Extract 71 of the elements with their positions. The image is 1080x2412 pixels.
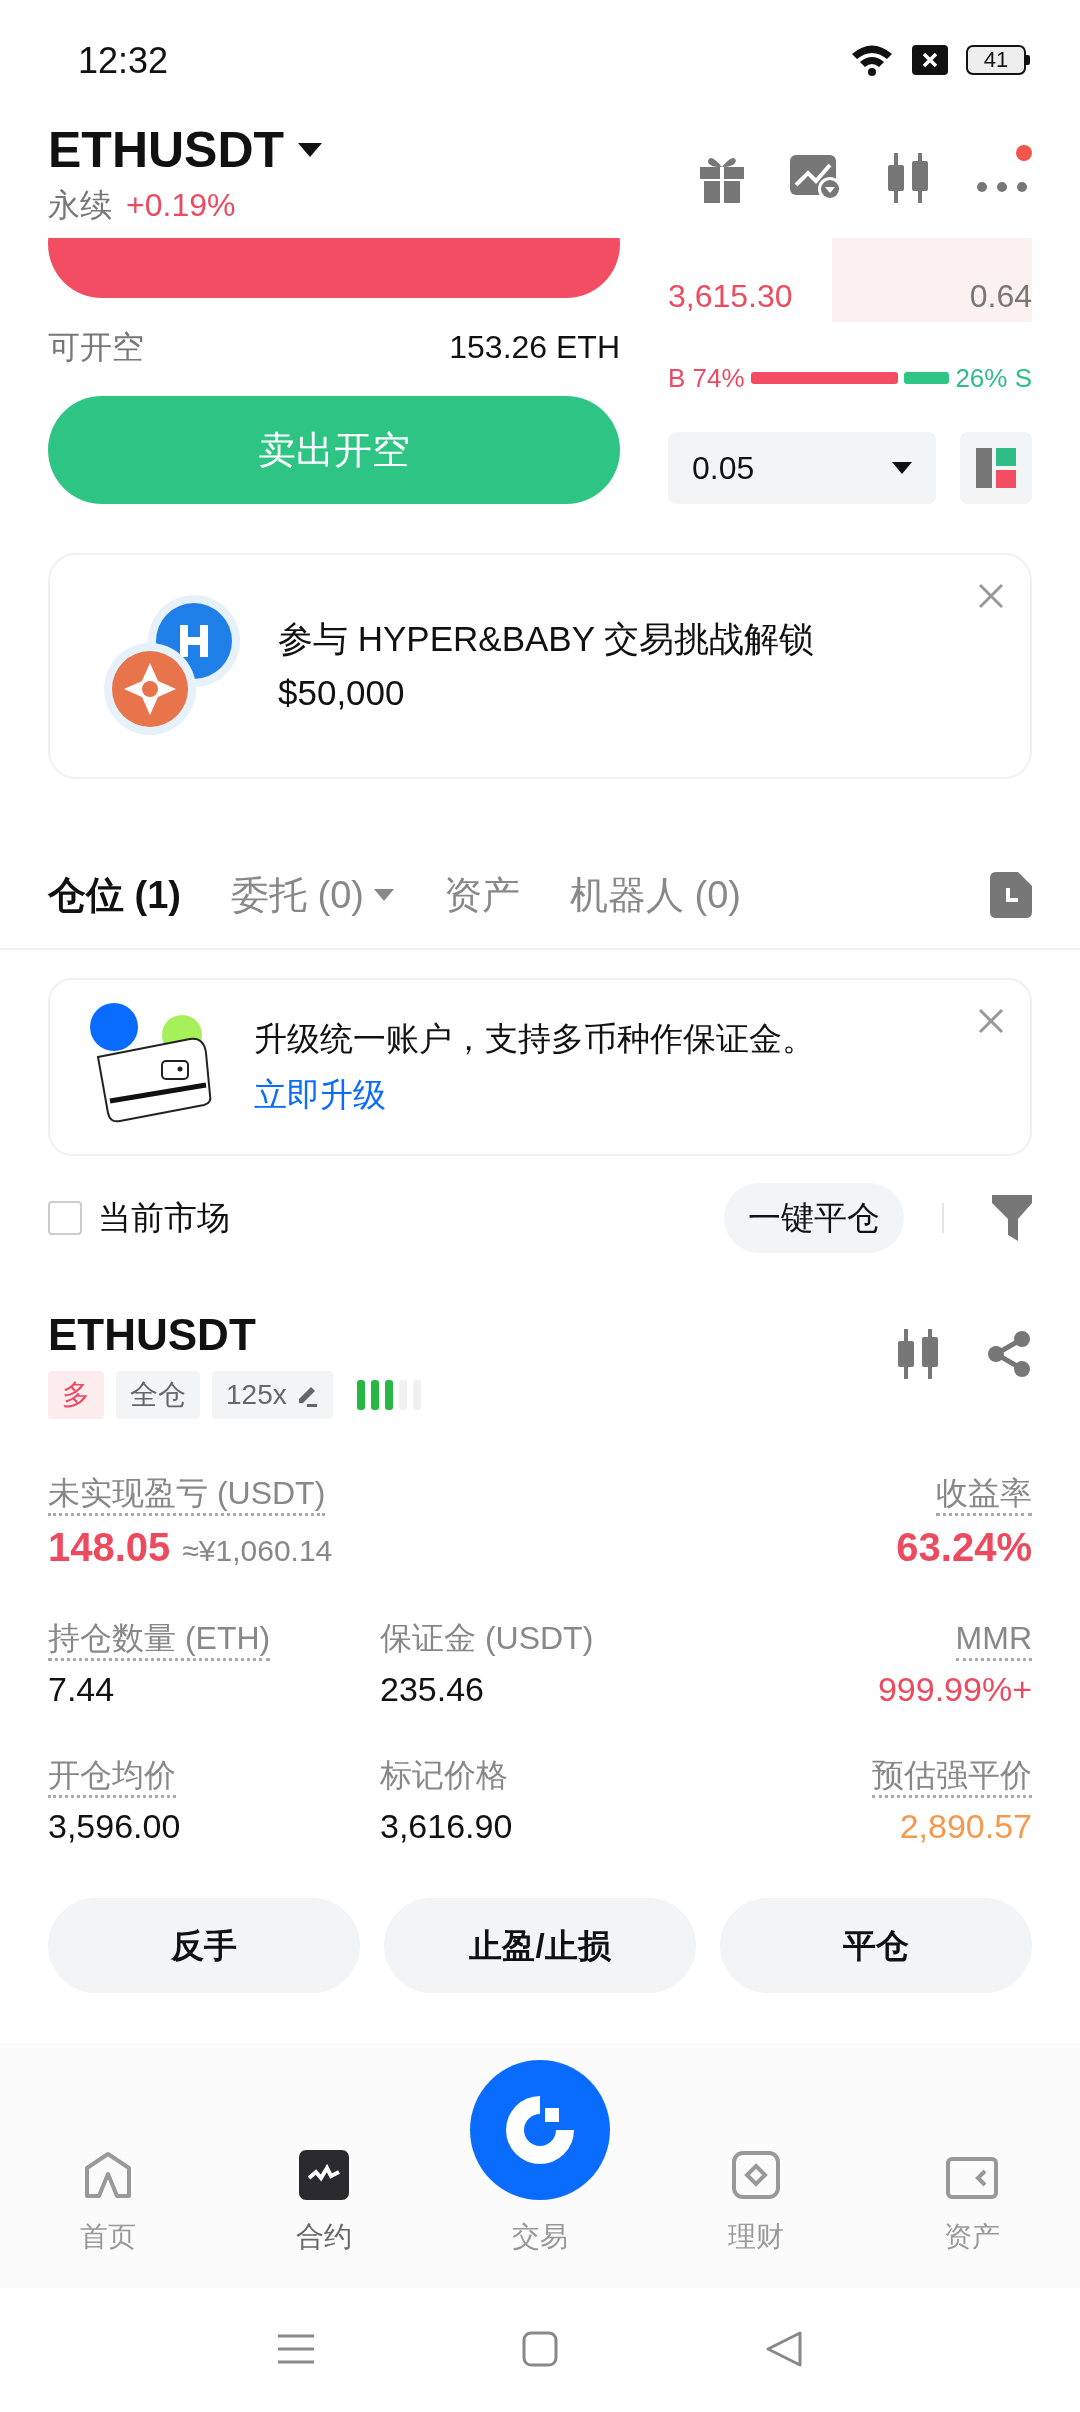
price-change: +0.19% <box>126 186 236 225</box>
notice-text: 升级统一账户，支持多币种作保证金。 立即升级 <box>254 1019 816 1115</box>
battery-indicator: 41 <box>966 45 1030 75</box>
promo-text: 参与 HYPER&BABY 交易挑战解锁 $50,000 <box>278 618 816 714</box>
buy-ratio: B 74% <box>668 361 745 395</box>
caret-down-icon <box>892 462 912 474</box>
close-icon[interactable] <box>978 583 1004 609</box>
available-label: 可开空 <box>48 328 144 367</box>
close-all-button[interactable]: 一键平仓 <box>724 1183 904 1253</box>
leverage-button[interactable]: 125x <box>212 1371 333 1419</box>
metric-label[interactable]: MMR <box>955 1618 1032 1661</box>
history-icon[interactable] <box>990 872 1032 918</box>
nav-item[interactable]: 资产 <box>864 2156 1080 2258</box>
metric-label[interactable]: 持仓数量 (ETH) <box>48 1618 271 1661</box>
metric-value: 999.99%+ <box>877 1669 1032 1710</box>
caret-down-icon[interactable] <box>298 143 323 157</box>
ask-quantity: 0.64 <box>969 277 1032 316</box>
current-market-checkbox[interactable]: 当前市场 <box>48 1193 230 1243</box>
back-icon[interactable] <box>766 2331 802 2367</box>
metric-label[interactable]: 开仓均价 <box>48 1755 176 1798</box>
metric-converted-value: ≈¥1,060.14 <box>182 1533 333 1569</box>
sell-ratio: 26% S <box>955 361 1032 395</box>
metric-value: 63.24% <box>896 1524 1032 1571</box>
contract-type: 永续 <box>48 186 112 225</box>
available-value: 153.26 ETH <box>449 328 620 367</box>
position-symbol: ETHUSDT <box>48 1309 257 1361</box>
position-action-button[interactable]: 止盈/止损 <box>384 1898 696 1993</box>
position-action-button[interactable]: 反手 <box>48 1898 360 1993</box>
nav-item[interactable]: 合约 <box>216 2150 432 2258</box>
position-tag: 全仓 <box>116 1371 200 1419</box>
home-button-icon[interactable] <box>522 2331 558 2367</box>
ask-price[interactable]: 3,615.30 <box>668 272 793 320</box>
home-icon <box>83 2150 133 2200</box>
metric-label: 标记价格 <box>380 1756 508 1795</box>
metric-value: 235.46 <box>380 1669 484 1710</box>
metric-label: 保证金 (USDT) <box>380 1619 594 1658</box>
close-icon[interactable] <box>978 1008 1004 1034</box>
tab[interactable]: 机器人 (0) <box>570 865 741 925</box>
wallet-icon <box>945 2156 999 2200</box>
chart-settings-icon[interactable] <box>790 155 842 201</box>
promo-card[interactable]: 参与 HYPER&BABY 交易挑战解锁 $50,000 <box>48 553 1032 779</box>
share-icon[interactable] <box>986 1331 1032 1377</box>
upgrade-link[interactable]: 立即升级 <box>254 1076 386 1113</box>
metric-label[interactable]: 预估强平价 <box>872 1755 1032 1798</box>
more-icon <box>976 181 1028 193</box>
position-tag: 多 <box>48 1371 104 1419</box>
menu-icon[interactable] <box>278 2334 314 2364</box>
metric-value: 2,890.57 <box>899 1806 1032 1847</box>
metric-value: 148.05 <box>48 1524 171 1571</box>
metric-value: 3,616.90 <box>380 1806 513 1847</box>
trade-logo-icon <box>470 2060 610 2200</box>
symbol-title[interactable]: ETHUSDT <box>48 120 285 180</box>
layout-icon <box>976 448 1016 488</box>
status-time: 12:32 <box>78 39 169 83</box>
metric-value: 3,596.00 <box>48 1806 181 1847</box>
layout-button[interactable] <box>960 432 1032 504</box>
nav-item[interactable]: 首页 <box>0 2150 216 2258</box>
metric-value: 7.44 <box>48 1669 115 1710</box>
tab[interactable]: 资产 <box>444 865 520 925</box>
tab[interactable]: 仓位 (1) <box>48 865 181 925</box>
filter-icon[interactable] <box>992 1195 1032 1241</box>
metric-label[interactable]: 未实现盈亏 (USDT) <box>48 1473 326 1516</box>
nav-item[interactable]: 理财 <box>648 2150 864 2258</box>
nav-item[interactable]: 交易 <box>432 2060 648 2258</box>
metric-label[interactable]: 收益率 <box>936 1473 1032 1516</box>
tab[interactable]: 委托 (0) <box>231 865 394 925</box>
sim-off-icon <box>912 45 948 75</box>
wifi-icon <box>850 43 894 77</box>
sell-short-button[interactable]: 卖出开空 <box>48 396 620 504</box>
position-action-button[interactable]: 平仓 <box>720 1898 1032 1993</box>
step-select[interactable]: 0.05 <box>668 432 936 504</box>
